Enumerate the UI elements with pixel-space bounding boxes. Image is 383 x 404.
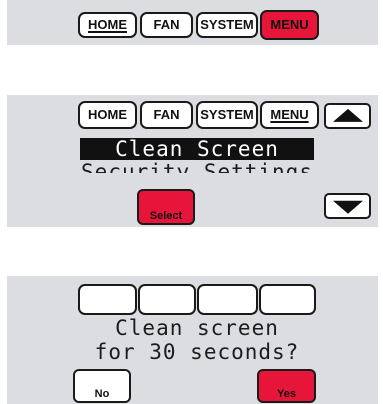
tab-fan[interactable]: FAN <box>140 12 193 38</box>
tab-blank-2 <box>138 284 196 315</box>
select-button[interactable]: Select <box>137 189 195 225</box>
thermostat-panel-menu-list: HOME FAN SYSTEM MENU Clean Screen Securi… <box>7 95 378 227</box>
tab-menu[interactable]: MENU <box>260 10 319 40</box>
tab-system[interactable]: SYSTEM <box>196 12 258 38</box>
no-button[interactable]: No <box>73 369 131 403</box>
tab-home[interactable]: HOME <box>78 12 137 38</box>
tab-menu[interactable]: MENU <box>260 101 319 129</box>
select-button-label: Select <box>149 210 183 222</box>
tab-system[interactable]: SYSTEM <box>196 101 258 129</box>
tab-blank-1 <box>78 284 137 315</box>
confirm-message-line-2: for 30 seconds? <box>94 340 300 364</box>
tab-blank-4 <box>259 284 316 315</box>
arrow-down-icon <box>332 200 363 214</box>
yes-button-label: Yes <box>277 388 296 400</box>
tab-fan[interactable]: FAN <box>140 101 193 129</box>
tab-home[interactable]: HOME <box>78 101 137 129</box>
thermostat-panel-clean-confirm: Clean screen for 30 seconds? No Yes <box>7 276 378 404</box>
arrow-up-icon <box>332 108 363 122</box>
scroll-up-button[interactable] <box>324 103 371 129</box>
thermostat-panel-menu-tab: HOME FAN SYSTEM MENU <box>7 0 378 45</box>
menu-item-next[interactable]: Security Settings <box>80 161 314 173</box>
tab-blank-3 <box>197 284 258 315</box>
scroll-down-button[interactable] <box>324 193 371 219</box>
menu-item-selected[interactable]: Clean Screen <box>80 138 314 160</box>
confirm-message-line-1: Clean screen <box>115 316 279 340</box>
no-button-label: No <box>94 388 110 400</box>
yes-button[interactable]: Yes <box>257 369 316 403</box>
